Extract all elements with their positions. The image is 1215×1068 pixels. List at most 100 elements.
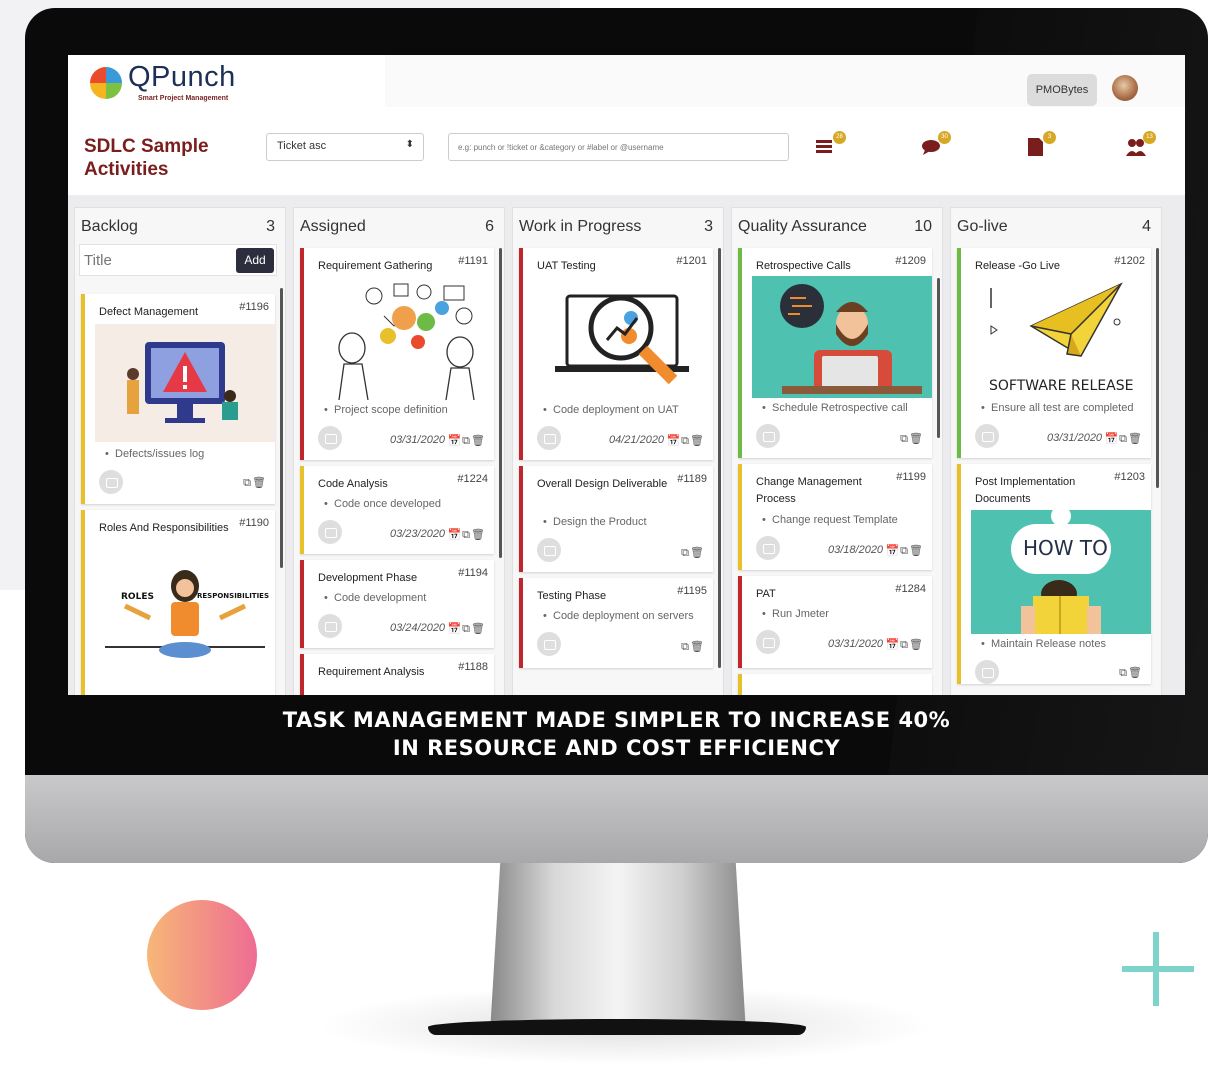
camera-icon[interactable] [756, 424, 780, 448]
card-title: Post Implementation Documents [975, 476, 1076, 505]
search-input[interactable] [449, 134, 788, 160]
card-actions[interactable]: 📅⧉🗑 [666, 434, 705, 448]
scrollbar[interactable] [280, 288, 283, 568]
column-go-live: Go-live 4 Release -Go Live #1202 SOFTWAR… [950, 207, 1162, 695]
monitor-chin [25, 775, 1208, 863]
camera-icon[interactable] [756, 536, 780, 560]
card[interactable]: Requirement Gathering #1191 • Project sc… [300, 248, 494, 460]
sort-select[interactable]: Ticket asc ⬍ [266, 133, 424, 161]
board-title: SDLC Sample Activities [84, 136, 209, 180]
add-card-button[interactable]: Add [236, 248, 274, 273]
column-title: Quality Assurance [738, 218, 867, 235]
card-actions[interactable]: 📅⧉🗑 [447, 528, 486, 542]
card[interactable]: Post Implementation Documents #1203 HOW … [957, 464, 1151, 684]
card[interactable]: Release -Go Live #1202 SOFTWARE RELEASE … [957, 248, 1151, 458]
tickets-icon[interactable]: 28 [816, 131, 846, 156]
camera-icon[interactable] [537, 632, 561, 656]
card-bullet: Run Jmeter [762, 608, 829, 620]
monitor-foot [428, 1019, 806, 1035]
card-title: Release -Go Live [975, 260, 1060, 272]
users-icon[interactable]: 13 [1126, 131, 1156, 156]
card-date: 03/24/2020 [390, 622, 446, 634]
card-actions[interactable]: ⧉🗑 [1119, 666, 1143, 680]
card-title: Development Phase [318, 572, 418, 584]
card-image [95, 558, 275, 678]
card-actions[interactable]: 📅⧉🗑 [447, 622, 486, 636]
card-bullet: Design the Product [543, 516, 647, 528]
camera-icon[interactable] [975, 660, 999, 684]
card-bullet: Code once developed [324, 498, 441, 510]
avatar[interactable] [1112, 75, 1138, 101]
documents-badge: 3 [1043, 131, 1056, 144]
camera-icon[interactable] [318, 520, 342, 544]
card-image [533, 278, 713, 398]
card[interactable]: Change Management Process #1199 Change r… [738, 464, 932, 570]
card[interactable]: Overall Design Deliverable #1189 Design … [519, 466, 713, 572]
card-bullet: Code development [324, 592, 426, 604]
comments-badge: 30 [938, 131, 951, 144]
card[interactable]: Development Phase #1194 Code development… [300, 560, 494, 648]
card-title: PAT [756, 588, 776, 600]
column-count: 4 [1142, 218, 1151, 235]
scrollbar[interactable] [937, 278, 940, 438]
documents-icon[interactable]: 3 [1026, 131, 1056, 156]
card-actions[interactable]: 📅⧉🗑 [885, 544, 924, 558]
top-bar: QPunch Smart Project Management PMOBytes [68, 55, 1185, 107]
column-title: Work in Progress [519, 218, 642, 235]
card-actions[interactable]: ⧉🗑 [681, 546, 705, 560]
kanban-board: Backlog 3 Add Defect Management #1196 [68, 207, 1185, 695]
card-actions[interactable]: ⧉🗑 [900, 432, 924, 446]
scrollbar[interactable] [499, 248, 502, 558]
card-actions[interactable]: 📅⧉🗑 [885, 638, 924, 652]
card-date: 04/21/2020 [609, 434, 665, 446]
logo[interactable]: QPunch Smart Project Management [68, 55, 385, 107]
card-id: #1194 [458, 567, 488, 579]
monitor-frame: QPunch Smart Project Management PMOBytes… [25, 8, 1208, 863]
card-actions[interactable]: ⧉🗑 [243, 476, 267, 490]
app-tagline: Smart Project Management [138, 95, 229, 102]
card-actions[interactable]: ⧉🗑 [681, 640, 705, 654]
camera-icon[interactable] [537, 538, 561, 562]
card[interactable]: Roles And Responsibilities #1190 ROLES R… [81, 510, 275, 695]
tickets-badge: 28 [833, 131, 846, 144]
card-actions[interactable]: 📅⧉🗑 [1104, 432, 1143, 446]
card-image [314, 276, 494, 400]
logo-icon [90, 67, 122, 99]
card-id: #1188 [458, 661, 488, 673]
card[interactable]: Requirement Analysis #1188 [300, 654, 494, 695]
column-header: Go-live 4 [957, 218, 1151, 240]
search-field[interactable] [448, 133, 789, 161]
card-image [971, 510, 1151, 634]
comments-icon[interactable]: 30 [921, 131, 951, 156]
users-badge: 13 [1143, 131, 1156, 144]
card-bullet: Code deployment on UAT [543, 404, 679, 416]
camera-icon[interactable] [99, 470, 123, 494]
camera-icon[interactable] [537, 426, 561, 450]
card[interactable] [738, 674, 932, 695]
column-header: Quality Assurance 10 [738, 218, 932, 240]
card[interactable]: Defect Management #1196 Defects/issues l… [81, 294, 275, 504]
card[interactable]: PAT #1284 Run Jmeter 03/31/2020 📅⧉🗑 [738, 576, 932, 668]
card[interactable]: Retrospective Calls #1209 Schedule Retro… [738, 248, 932, 458]
decorative-circle [147, 900, 257, 1010]
card-id: #1195 [677, 585, 707, 597]
camera-icon[interactable] [975, 424, 999, 448]
scrollbar[interactable] [1156, 248, 1159, 488]
app-name: QPunch [128, 61, 236, 93]
card[interactable]: Code Analysis #1224 Code once developed … [300, 466, 494, 554]
card[interactable]: UAT Testing #1201 Code deployment on UAT… [519, 248, 713, 460]
add-card-row: Add [79, 244, 277, 276]
camera-icon[interactable] [318, 426, 342, 450]
camera-icon[interactable] [318, 614, 342, 638]
card[interactable]: Testing Phase #1195 Code deployment on s… [519, 578, 713, 668]
column-backlog: Backlog 3 Add Defect Management #1196 [74, 207, 286, 695]
card-title: Retrospective Calls [756, 260, 851, 272]
column-count: 3 [704, 218, 713, 235]
camera-icon[interactable] [756, 630, 780, 654]
scrollbar[interactable] [718, 248, 721, 668]
card-id: #1191 [458, 255, 488, 267]
column-title: Go-live [957, 218, 1008, 235]
user-button[interactable]: PMOBytes [1027, 74, 1097, 106]
new-card-title-input[interactable] [84, 249, 224, 271]
card-actions[interactable]: 📅⧉🗑 [447, 434, 486, 448]
